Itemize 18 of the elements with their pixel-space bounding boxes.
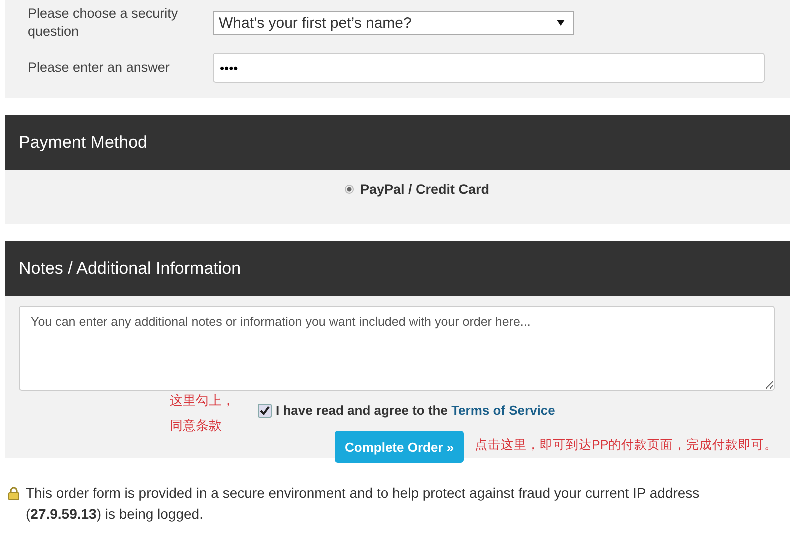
agreement-text: I have read and agree to the Terms of Service <box>276 403 556 418</box>
annotation-text: 点击这里，即可到达PP的付款页面，完成付款即可。 <box>475 437 778 454</box>
section-title: Payment Method <box>19 132 148 152</box>
notes-field[interactable]: You can enter any additional notes or information you want included with your order here... <box>19 306 775 391</box>
terms-link[interactable]: Terms of Service <box>452 403 556 418</box>
caret-icon <box>557 20 565 26</box>
lock-icon <box>8 487 20 500</box>
checkbox[interactable] <box>258 404 272 418</box>
answer-field[interactable]: •••• <box>213 53 765 83</box>
annotation-text: 这里勾上， <box>170 392 235 410</box>
radio-button[interactable] <box>345 185 354 194</box>
section-title: Notes / Additional Information <box>19 258 242 278</box>
field-label: Please enter an answer <box>28 59 171 77</box>
field-label: Please choose a security question <box>28 5 180 41</box>
security-notice: This order form is provided in a secure environment and to help protect against fraud your current IP address (27.9.59.13) is being logged. <box>26 484 701 524</box>
security-question-dropdown[interactable]: What’s your first pet’s name? <box>213 11 574 35</box>
annotation-text: 同意条款 <box>170 417 223 435</box>
radio-option[interactable]: PayPal / Credit Card <box>345 182 490 197</box>
